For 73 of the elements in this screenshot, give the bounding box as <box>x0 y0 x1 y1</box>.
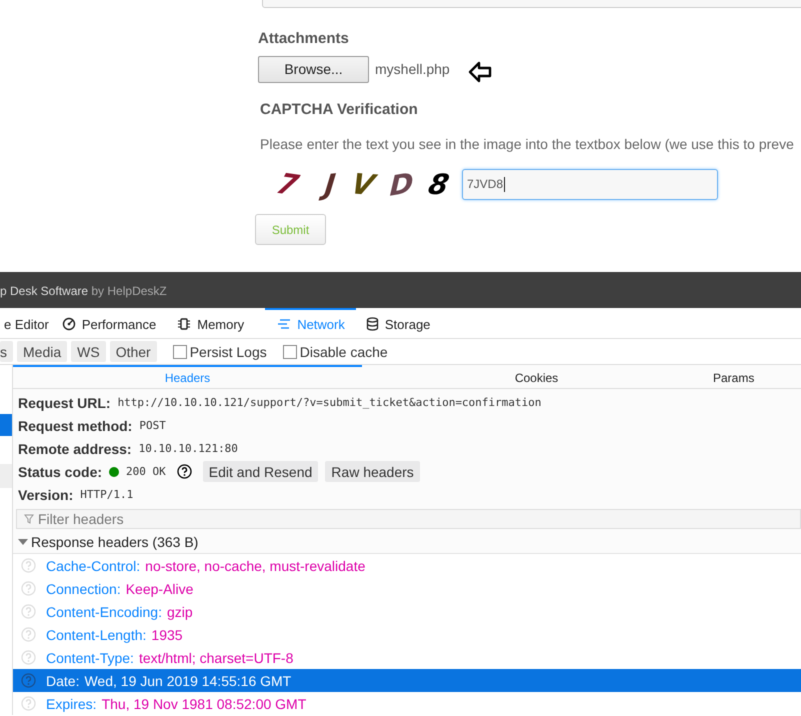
captcha-heading: CAPTCHA Verification <box>260 101 419 118</box>
header-row[interactable]: Connection: Keep-Alive <box>13 577 801 600</box>
field-value: 200 OK <box>126 465 166 478</box>
window-title: p Desk Software by HelpDeskZ <box>0 272 801 308</box>
header-row[interactable]: Expires: Thu, 19 Nov 1981 08:52:00 GMT <box>13 692 801 715</box>
filter-button[interactable]: Media <box>17 341 68 362</box>
section-title: Response headers (363 B) <box>31 534 198 550</box>
devtools-tab[interactable]: Performance <box>62 308 168 338</box>
field-label: Remote address: <box>18 440 132 456</box>
header-name: Content-Length: <box>46 626 146 642</box>
header-name: Connection: <box>46 580 121 596</box>
header-value: 1935 <box>151 626 183 642</box>
funnel-icon <box>24 514 34 524</box>
filter-field[interactable]: Filter headers <box>16 509 801 529</box>
database-icon <box>366 317 379 331</box>
browse-button[interactable]: Browse... <box>258 56 369 82</box>
devtools-tab[interactable]: e Editor <box>0 308 60 338</box>
header-name: Cache-Control: <box>46 558 140 574</box>
chip-icon <box>177 317 192 331</box>
file-name: myshell.php <box>375 61 450 77</box>
help-icon[interactable] <box>176 464 192 479</box>
header-value: no-store, no-cache, must-revalidate <box>145 558 366 574</box>
gauge-icon <box>62 317 76 331</box>
checkbox[interactable] <box>282 344 297 358</box>
field-label: Status code: <box>18 464 102 480</box>
checkbox-label: Persist Logs <box>190 344 267 360</box>
header-value: Thu, 19 Nov 1981 08:52:00 GMT <box>102 696 306 712</box>
header-row[interactable]: Content-Length: 1935 <box>13 623 801 646</box>
field-value: http://10.10.10.121/support/?v=submit_ticket&action=confirmation <box>118 396 542 409</box>
panel-tab[interactable]: Headers <box>13 365 362 388</box>
header-row[interactable]: Date: Wed, 19 Jun 2019 14:55:16 GMT <box>13 669 801 692</box>
devtools-tab[interactable]: Storage <box>366 308 442 338</box>
panel-tab[interactable]: Params <box>711 365 801 388</box>
field-value: POST <box>139 419 166 432</box>
help-icon <box>21 604 36 619</box>
help-icon <box>21 650 36 665</box>
checkbox[interactable] <box>172 344 187 358</box>
captcha-input[interactable]: 7JVD8 <box>462 168 718 200</box>
filter-button[interactable]: WS <box>71 341 106 362</box>
captcha-image: 7 J V D 8 <box>272 164 448 204</box>
captcha-instructions: Please enter the text you see in the image into the textbox below (we use this to preve <box>260 136 795 152</box>
filter-button[interactable]: Other <box>110 341 157 362</box>
left-arrow-icon <box>468 61 492 83</box>
devtools-tab[interactable]: Network <box>265 308 356 338</box>
attachments-label: Attachments <box>258 30 350 47</box>
devtools-tab[interactable]: Memory <box>177 308 256 338</box>
header-value: text/html; charset=UTF-8 <box>138 650 294 666</box>
header-row[interactable]: Content-Type: text/html; charset=UTF-8 <box>13 646 801 669</box>
header-name: Date: <box>46 672 80 688</box>
header-value: Keep-Alive <box>126 580 194 596</box>
field-value: HTTP/1.1 <box>80 488 134 501</box>
field-value: 10.10.10.121:80 <box>138 442 238 455</box>
action-button[interactable]: Raw headers <box>325 461 420 482</box>
action-button[interactable]: Edit and Resend <box>202 461 318 482</box>
header-name: Content-Type: <box>46 650 134 666</box>
panel-tab[interactable]: Cookies <box>362 365 711 388</box>
help-icon <box>21 581 36 596</box>
header-row[interactable]: Content-Encoding: gzip <box>13 600 801 623</box>
header-name: Content-Encoding: <box>46 604 162 620</box>
help-icon <box>21 627 36 642</box>
header-name: Expires: <box>46 696 97 712</box>
field-label: Version: <box>18 486 74 502</box>
header-value: Wed, 19 Jun 2019 14:55:16 GMT <box>84 672 292 688</box>
filter-button[interactable]: s <box>0 341 13 362</box>
help-icon <box>21 558 36 573</box>
field-label: Request URL: <box>18 394 111 410</box>
header-value: gzip <box>166 604 193 620</box>
help-icon <box>21 673 36 688</box>
field-label: Request method: <box>18 418 132 434</box>
network-icon <box>277 318 292 330</box>
checkbox-label: Disable cache <box>300 344 388 360</box>
header-row[interactable]: Cache-Control: no-store, no-cache, must-revalidate <box>13 554 801 577</box>
help-icon <box>21 696 36 711</box>
